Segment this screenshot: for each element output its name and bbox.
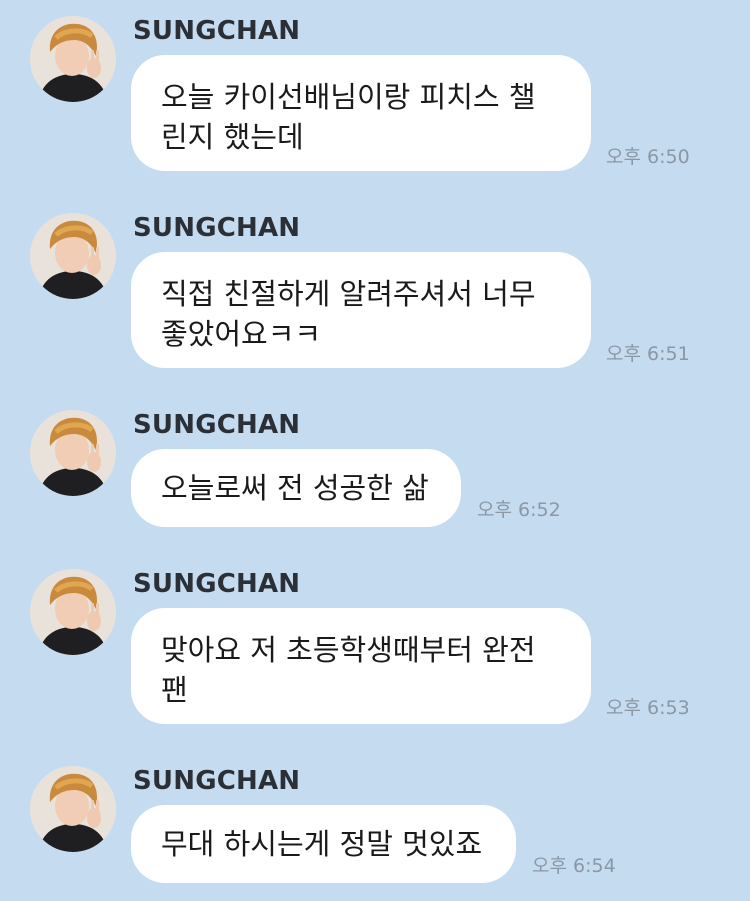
avatar-photo-icon xyxy=(30,16,116,102)
message-row: SUNGCHAN 직접 친절하게 알려주셔서 너무 좋았어요ㅋㅋ 오후 6:51 xyxy=(0,213,750,373)
sender-name: SUNGCHAN xyxy=(133,16,301,46)
message-time: 오후 6:51 xyxy=(606,343,690,365)
message-time: 오후 6:54 xyxy=(532,855,616,877)
sender-name: SUNGCHAN xyxy=(133,569,301,599)
avatar[interactable] xyxy=(30,766,116,852)
avatar[interactable] xyxy=(30,213,116,299)
message-time: 오후 6:52 xyxy=(477,499,561,521)
message-row: SUNGCHAN 맞아요 저 초등학생때부터 완전 팬 오후 6:53 xyxy=(0,569,750,729)
message-bubble[interactable]: 직접 친절하게 알려주셔서 너무 좋았어요ㅋㅋ xyxy=(131,252,591,368)
chat-view: SUNGCHAN 오늘 카이선배님이랑 피치스 챌 린지 했는데 오후 6:50… xyxy=(0,0,750,901)
avatar-photo-icon xyxy=(30,569,116,655)
sender-name: SUNGCHAN xyxy=(133,766,301,796)
message-bubble[interactable]: 오늘 카이선배님이랑 피치스 챌 린지 했는데 xyxy=(131,55,591,171)
avatar-photo-icon xyxy=(30,766,116,852)
message-time: 오후 6:50 xyxy=(606,146,690,168)
avatar[interactable] xyxy=(30,410,116,496)
message-bubble[interactable]: 맞아요 저 초등학생때부터 완전 팬 xyxy=(131,608,591,724)
avatar-photo-icon xyxy=(30,410,116,496)
sender-name: SUNGCHAN xyxy=(133,213,301,243)
avatar[interactable] xyxy=(30,569,116,655)
message-time: 오후 6:53 xyxy=(606,697,690,719)
message-row: SUNGCHAN 오늘로써 전 성공한 삶 오후 6:52 xyxy=(0,410,750,530)
sender-name: SUNGCHAN xyxy=(133,410,301,440)
message-bubble[interactable]: 오늘로써 전 성공한 삶 xyxy=(131,449,461,527)
message-bubble[interactable]: 무대 하시는게 정말 멋있죠 xyxy=(131,805,516,883)
message-row: SUNGCHAN 무대 하시는게 정말 멋있죠 오후 6:54 xyxy=(0,766,750,891)
message-row: SUNGCHAN 오늘 카이선배님이랑 피치스 챌 린지 했는데 오후 6:50 xyxy=(0,16,750,176)
avatar[interactable] xyxy=(30,16,116,102)
avatar-photo-icon xyxy=(30,213,116,299)
